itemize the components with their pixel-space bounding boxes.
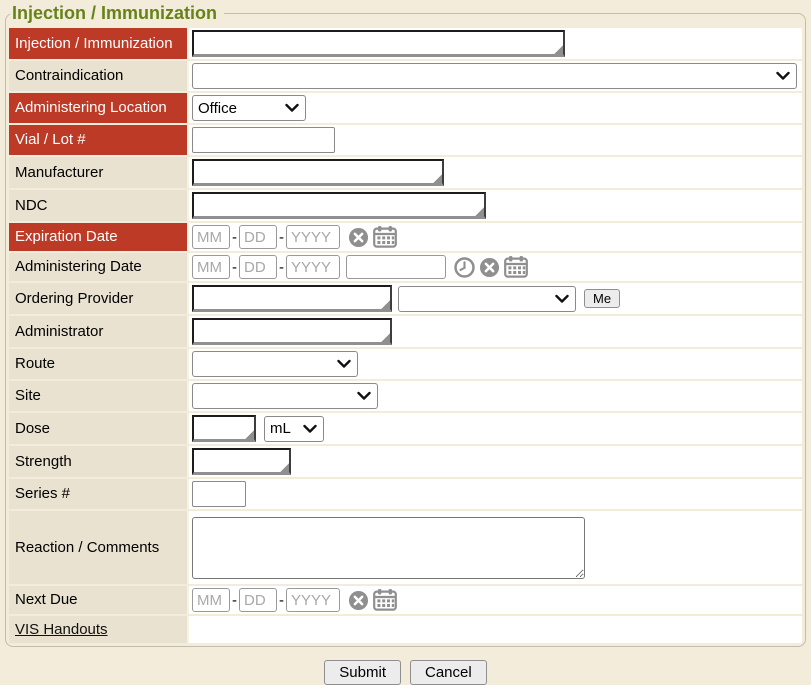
next-due-label: Next Due bbox=[9, 586, 189, 614]
ndc-label: NDC bbox=[9, 190, 189, 221]
vial-lot-label: Vial / Lot # bbox=[9, 125, 189, 155]
injection-input[interactable] bbox=[192, 30, 565, 57]
calendar-icon[interactable] bbox=[373, 226, 397, 248]
series-label: Series # bbox=[9, 479, 189, 509]
row-reaction-comments: Reaction / Comments bbox=[9, 509, 802, 584]
injection-label: Injection / Immunization bbox=[9, 28, 189, 59]
injection-immunization-form: Injection / Immunization Injection / Imm… bbox=[5, 3, 806, 647]
ndc-input[interactable] bbox=[192, 192, 486, 219]
cancel-button[interactable]: Cancel bbox=[410, 660, 487, 685]
circle-x-icon[interactable] bbox=[479, 257, 500, 278]
manufacturer-label: Manufacturer bbox=[9, 157, 189, 188]
administering-year-input[interactable] bbox=[286, 255, 340, 279]
calendar-icon[interactable] bbox=[504, 256, 528, 278]
next-due-year-input[interactable] bbox=[286, 588, 340, 612]
administering-location-select[interactable]: Office bbox=[192, 95, 306, 121]
row-contraindication: Contraindication bbox=[9, 59, 802, 91]
vial-lot-input[interactable] bbox=[192, 127, 335, 153]
administrator-label: Administrator bbox=[9, 316, 189, 347]
me-button[interactable]: Me bbox=[584, 289, 620, 308]
administering-location-label: Administering Location bbox=[9, 93, 189, 123]
dose-input[interactable] bbox=[192, 415, 256, 442]
row-administering-date: Administering Date - - bbox=[9, 251, 802, 281]
vis-handouts-link[interactable]: VIS Handouts bbox=[15, 621, 108, 638]
route-select[interactable] bbox=[192, 351, 358, 377]
series-input[interactable] bbox=[192, 481, 246, 507]
expiration-year-input[interactable] bbox=[286, 225, 340, 249]
manufacturer-input[interactable] bbox=[192, 159, 444, 186]
date-separator: - bbox=[232, 592, 237, 609]
strength-input[interactable] bbox=[192, 448, 291, 475]
date-separator: - bbox=[279, 259, 284, 276]
row-dose: Dose mL bbox=[9, 411, 802, 444]
date-separator: - bbox=[279, 229, 284, 246]
row-administering-location: Administering Location Office bbox=[9, 91, 802, 123]
administering-day-input[interactable] bbox=[239, 255, 277, 279]
row-series: Series # bbox=[9, 477, 802, 509]
circle-x-icon[interactable] bbox=[348, 590, 369, 611]
row-vial-lot: Vial / Lot # bbox=[9, 123, 802, 155]
form-actions: Submit Cancel bbox=[0, 660, 811, 685]
expiration-date-label: Expiration Date bbox=[9, 223, 189, 251]
submit-button[interactable]: Submit bbox=[324, 660, 401, 685]
dose-label: Dose bbox=[9, 413, 189, 444]
row-route: Route bbox=[9, 347, 802, 379]
contraindication-select[interactable] bbox=[192, 63, 797, 89]
row-administrator: Administrator bbox=[9, 314, 802, 347]
reaction-comments-label: Reaction / Comments bbox=[9, 511, 189, 584]
date-separator: - bbox=[232, 259, 237, 276]
administering-date-label: Administering Date bbox=[9, 253, 189, 281]
next-due-day-input[interactable] bbox=[239, 588, 277, 612]
contraindication-label: Contraindication bbox=[9, 61, 189, 91]
next-due-month-input[interactable] bbox=[192, 588, 230, 612]
row-ndc: NDC bbox=[9, 188, 802, 221]
date-separator: - bbox=[279, 592, 284, 609]
row-site: Site bbox=[9, 379, 802, 411]
row-manufacturer: Manufacturer bbox=[9, 155, 802, 188]
site-select[interactable] bbox=[192, 383, 378, 409]
reaction-comments-textarea[interactable] bbox=[192, 517, 585, 579]
row-vis-handouts: VIS Handouts bbox=[9, 614, 802, 643]
ordering-provider-label: Ordering Provider bbox=[9, 283, 189, 314]
row-next-due: Next Due - - bbox=[9, 584, 802, 614]
site-label: Site bbox=[9, 381, 189, 411]
administrator-input[interactable] bbox=[192, 318, 392, 345]
administering-month-input[interactable] bbox=[192, 255, 230, 279]
route-label: Route bbox=[9, 349, 189, 379]
dose-unit-select[interactable]: mL bbox=[264, 416, 324, 442]
expiration-month-input[interactable] bbox=[192, 225, 230, 249]
administering-time-input[interactable] bbox=[346, 255, 446, 279]
calendar-icon[interactable] bbox=[373, 589, 397, 611]
clock-icon[interactable] bbox=[454, 257, 475, 278]
row-strength: Strength bbox=[9, 444, 802, 477]
strength-label: Strength bbox=[9, 446, 189, 477]
form-title: Injection / Immunization bbox=[10, 3, 224, 24]
ordering-provider-input[interactable] bbox=[192, 285, 392, 312]
row-injection: Injection / Immunization bbox=[9, 26, 802, 59]
row-expiration-date: Expiration Date - - bbox=[9, 221, 802, 251]
circle-x-icon[interactable] bbox=[348, 227, 369, 248]
row-ordering-provider: Ordering Provider Me bbox=[9, 281, 802, 314]
date-separator: - bbox=[232, 229, 237, 246]
ordering-provider-select[interactable] bbox=[398, 286, 576, 312]
expiration-day-input[interactable] bbox=[239, 225, 277, 249]
